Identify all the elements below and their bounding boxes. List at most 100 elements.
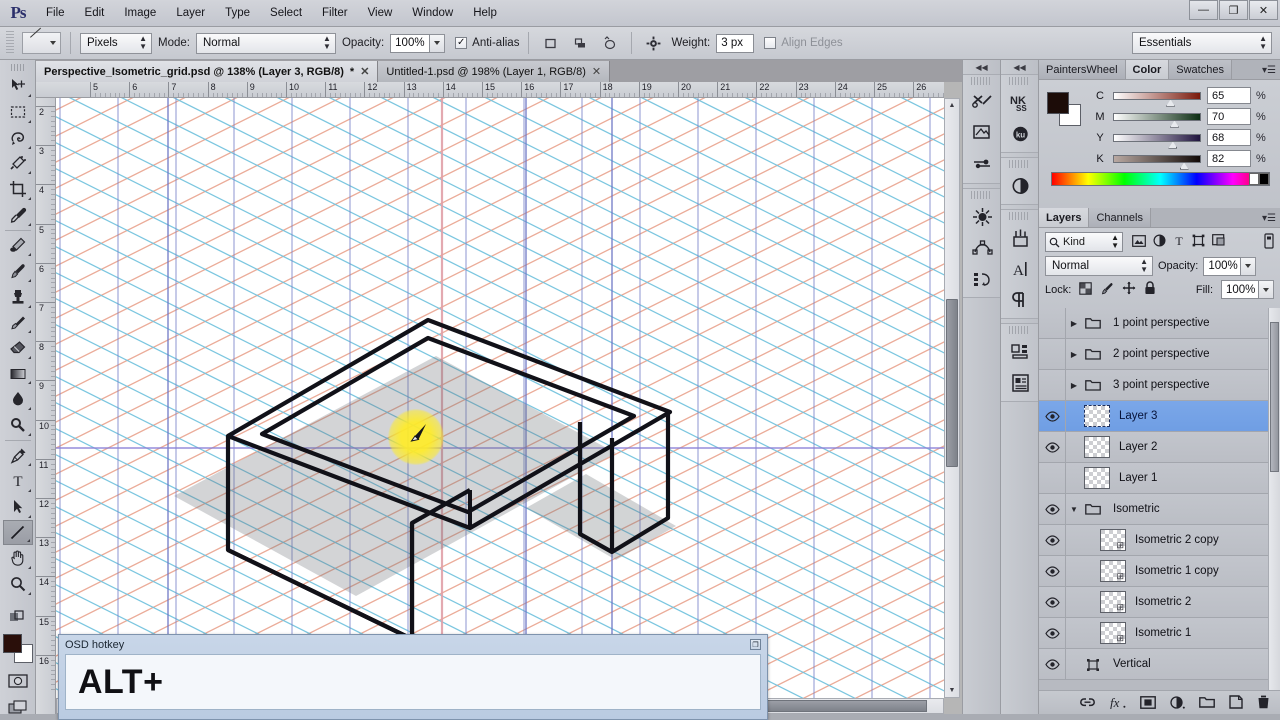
gear-icon[interactable] — [641, 32, 665, 54]
layer-opacity-input[interactable]: 100% — [1203, 256, 1242, 276]
tab-color[interactable]: Color — [1125, 60, 1170, 79]
blur-tool[interactable] — [3, 386, 33, 412]
history-panel-icon[interactable] — [963, 263, 1001, 294]
lock-image-icon[interactable] — [1100, 282, 1114, 298]
brush-presets-icon[interactable] — [963, 118, 1001, 149]
channel-thumb[interactable] — [1166, 99, 1175, 107]
panel-menu-icon[interactable]: ▾☰ — [1262, 213, 1276, 224]
pixel-filter-icon[interactable] — [1132, 234, 1146, 250]
layer-visibility-toggle[interactable] — [1039, 525, 1065, 556]
dock-grip[interactable] — [1009, 160, 1030, 168]
link-layers-icon[interactable] — [1080, 697, 1095, 711]
layer-filter-kind-select[interactable]: Kind ▲ ▼ — [1045, 232, 1123, 252]
pen-tool[interactable] — [3, 443, 33, 469]
menu-window[interactable]: Window — [402, 0, 463, 27]
channel-value[interactable]: 65 — [1207, 87, 1251, 104]
path-operations-icon[interactable] — [538, 32, 562, 54]
layer-row[interactable]: Vertical — [1039, 648, 1280, 680]
channel-value[interactable]: 70 — [1207, 108, 1251, 125]
delete-layer-icon[interactable] — [1257, 695, 1270, 712]
menu-filter[interactable]: Filter — [312, 0, 358, 27]
quick-mask-toggle-icon[interactable] — [3, 604, 33, 630]
vertical-ruler[interactable]: 2 3 4 5 6 7 8 9 10 11 12 13 14 15 16 — [36, 98, 56, 716]
close-icon[interactable]: ✕ — [360, 65, 369, 78]
channel-thumb[interactable] — [1179, 162, 1189, 170]
history-brush-tool[interactable] — [3, 310, 33, 336]
anti-alias-checkbox[interactable]: ✓ — [455, 37, 468, 49]
document-canvas[interactable] — [56, 98, 944, 716]
shape-filter-icon[interactable] — [1192, 234, 1205, 250]
dock-grip[interactable] — [1009, 77, 1030, 85]
hand-tool[interactable] — [3, 545, 33, 571]
layer-visibility-toggle[interactable] — [1039, 618, 1065, 649]
layer-style-fx-icon[interactable]: fx — [1109, 695, 1126, 712]
kuler-panel-icon[interactable]: NK SS — [1001, 87, 1039, 118]
dock-grip[interactable] — [1009, 212, 1030, 220]
layer-row[interactable]: ▶ 2 point perspective — [1039, 338, 1280, 370]
rectangular-marquee-tool[interactable] — [3, 99, 33, 125]
tab-layers[interactable]: Layers — [1039, 208, 1090, 227]
layer-blend-mode-select[interactable]: Normal ▲ ▼ — [1045, 256, 1153, 276]
layer-thumbnail[interactable]: ⊞ — [1100, 622, 1126, 644]
add-mask-icon[interactable] — [1140, 695, 1156, 712]
tab-channels[interactable]: Channels — [1089, 208, 1151, 227]
black-swatch[interactable] — [1259, 173, 1269, 185]
menu-image[interactable]: Image — [114, 0, 166, 27]
crop-tool[interactable] — [3, 176, 33, 202]
collapse-dock-icon[interactable]: ◀◀ — [963, 60, 1000, 74]
layers-scroll-thumb[interactable] — [1270, 322, 1279, 472]
channel-track[interactable] — [1113, 112, 1201, 128]
layer-visibility-toggle[interactable] — [1039, 432, 1065, 463]
tab-painterswheel[interactable]: PaintersWheel — [1039, 60, 1126, 79]
layer-visibility-toggle[interactable] — [1039, 401, 1065, 432]
path-selection-tool[interactable] — [3, 494, 33, 520]
paths-panel-icon[interactable] — [963, 232, 1001, 263]
tab-swatches[interactable]: Swatches — [1169, 60, 1232, 79]
dock-grip[interactable] — [971, 191, 992, 199]
layer-thumbnail[interactable] — [1084, 467, 1110, 489]
dock-grip[interactable] — [1009, 326, 1030, 334]
chevron-right-icon[interactable]: ▶ — [1066, 350, 1082, 359]
tools-panel-grip[interactable] — [10, 64, 25, 71]
layer-visibility-toggle[interactable] — [1039, 587, 1065, 618]
fill-type-select[interactable]: Pixels ▲ ▼ — [80, 32, 152, 54]
lock-transparency-icon[interactable] — [1079, 281, 1093, 298]
layer-row[interactable]: ▶ 1 point perspective — [1039, 308, 1280, 339]
layer-thumbnail[interactable] — [1084, 405, 1110, 427]
opacity-dropdown-button[interactable] — [430, 33, 446, 53]
layer-row[interactable]: ⊞ Isometric 2 copy — [1039, 524, 1280, 556]
opacity-input[interactable]: 100% — [390, 33, 431, 53]
menu-layer[interactable]: Layer — [166, 0, 215, 27]
fill-dropdown[interactable] — [1259, 280, 1274, 299]
3d-panel-icon[interactable] — [963, 201, 1001, 232]
restore-icon[interactable]: ❐ — [750, 639, 761, 650]
dodge-tool[interactable] — [3, 412, 33, 438]
horizontal-scroll-thumb[interactable] — [757, 700, 927, 712]
channel-track[interactable] — [1113, 154, 1201, 170]
smartobject-filter-icon[interactable] — [1212, 234, 1226, 250]
zoom-tool[interactable] — [3, 571, 33, 597]
layer-row[interactable]: ▼ Isometric — [1039, 493, 1280, 525]
brush-settings-icon[interactable] — [963, 149, 1001, 180]
layer-thumbnail[interactable]: ⊞ — [1100, 591, 1126, 613]
new-layer-icon[interactable] — [1229, 695, 1243, 712]
edit-in-quick-mask-icon[interactable] — [3, 669, 33, 695]
clone-stamp-tool[interactable] — [3, 284, 33, 310]
spot-healing-brush-tool[interactable] — [3, 233, 33, 259]
menu-select[interactable]: Select — [260, 0, 312, 27]
lock-position-icon[interactable] — [1122, 281, 1136, 298]
menu-type[interactable]: Type — [215, 0, 260, 27]
collapse-dock-icon[interactable]: ◀◀ — [1001, 60, 1038, 74]
layers-list[interactable]: ▶ 1 point perspective ▶ 2 point perspective… — [1039, 308, 1280, 690]
tool-presets-icon[interactable] — [963, 87, 1001, 118]
layer-opacity-dropdown[interactable] — [1241, 256, 1257, 276]
menu-help[interactable]: Help — [463, 0, 507, 27]
document-tab-active[interactable]: Perspective_Isometric_grid.psd @ 138% (L… — [36, 61, 379, 82]
new-group-icon[interactable] — [1199, 696, 1215, 711]
weight-input[interactable]: 3 px — [716, 33, 755, 53]
layer-visibility-toggle[interactable] — [1039, 556, 1065, 587]
channel-thumb[interactable] — [1170, 120, 1179, 128]
white-swatch[interactable] — [1249, 173, 1259, 185]
layer-row[interactable]: ⊞ Isometric 2 — [1039, 586, 1280, 618]
layer-row[interactable]: Layer 2 — [1039, 431, 1280, 463]
